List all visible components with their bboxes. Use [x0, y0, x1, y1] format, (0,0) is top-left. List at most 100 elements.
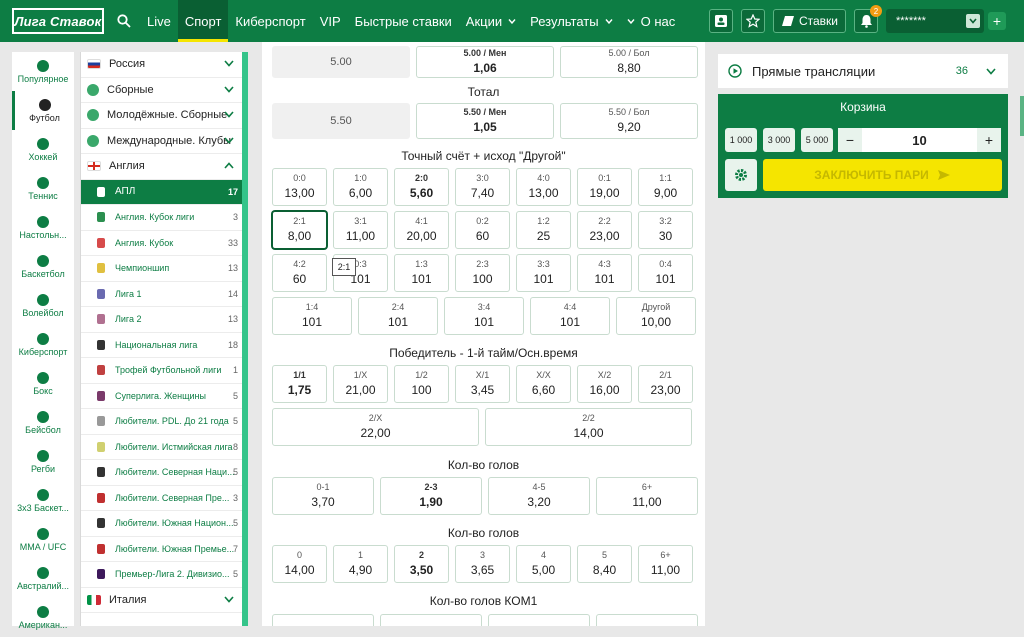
odds-button[interactable]: 2:0 5,60	[394, 168, 449, 206]
sport-item[interactable]: Американ...	[12, 598, 74, 637]
league-row[interactable]: Англия. Кубок лиги 3	[81, 205, 242, 231]
odds-button[interactable]: 1:2 25	[516, 211, 571, 249]
league-row[interactable]: Любители. Северная Наци... 5	[81, 460, 242, 486]
chevron-down-icon[interactable]	[224, 84, 234, 96]
sport-item[interactable]: Баскетбол	[12, 247, 74, 286]
odds-button[interactable]: 4-5 3,20	[488, 477, 590, 515]
favorites-star-icon[interactable]	[740, 9, 765, 33]
search-icon[interactable]	[112, 9, 136, 33]
odds-button[interactable]: 4:3 101	[577, 254, 632, 292]
gear-icon[interactable]	[725, 159, 757, 191]
odds-button[interactable]: 2/X 22,00	[272, 408, 479, 446]
live-streams-panel[interactable]: Прямые трансляции 36	[718, 54, 1008, 88]
stake-minus-button[interactable]: −	[838, 128, 862, 152]
sport-item[interactable]: Бейсбол	[12, 403, 74, 442]
quick-stake-button[interactable]: 3 000	[763, 128, 795, 152]
odds-button[interactable]: 2-3 1,90	[380, 477, 482, 515]
odds-button[interactable]: 2:2 23,00	[577, 211, 632, 249]
league-row[interactable]: Любители. PDL. До 21 года 5	[81, 409, 242, 435]
sport-item[interactable]: Киберспорт	[12, 325, 74, 364]
odds-button[interactable]: 1:3 101	[394, 254, 449, 292]
odds-button[interactable]: 1/X 21,00	[333, 365, 388, 403]
country-row[interactable]: Россия	[81, 52, 242, 78]
odds-button[interactable]: 3 3,65	[455, 545, 510, 583]
league-row[interactable]: Любители. Северная Пре... 3	[81, 486, 242, 511]
odds-button[interactable]: 2/2 14,00	[485, 408, 692, 446]
league-row[interactable]: Трофей Футбольной лиги 1	[81, 358, 242, 384]
odds-button[interactable]: 0-1 3,70	[272, 477, 374, 515]
odds-button[interactable]: 5.00 / Бол 8,80	[560, 46, 698, 78]
nav-item[interactable]: О нас	[620, 0, 683, 42]
odds-button[interactable]: 1 4,90	[333, 545, 388, 583]
league-row[interactable]: Любители. Южная Национ... 5	[81, 511, 242, 537]
odds-button[interactable]: 1	[380, 614, 482, 626]
league-row[interactable]: АПЛ 17	[81, 179, 242, 205]
odds-button[interactable]: 3:1 11,00	[333, 211, 388, 249]
account-menu[interactable]: *******	[886, 9, 984, 33]
league-row[interactable]: Премьер-Лига 2. Дивизио... 5	[81, 562, 242, 588]
odds-button[interactable]: 2 3,50	[394, 545, 449, 583]
country-row[interactable]: Международные. Клубы	[81, 129, 242, 154]
nav-item[interactable]: Акции	[459, 0, 523, 42]
odds-button[interactable]: 4:4 101	[530, 297, 610, 335]
quick-stake-button[interactable]: 1 000	[725, 128, 757, 152]
league-row[interactable]: Лига 1 14	[81, 282, 242, 307]
league-row[interactable]: Суперлига. Женщины 5	[81, 384, 242, 409]
sport-item[interactable]: 3x3 Баскет...	[12, 481, 74, 520]
right-scrollbar[interactable]	[1020, 96, 1024, 136]
league-row[interactable]: Национальная лига 18	[81, 333, 242, 358]
odds-button[interactable]: 0:1 19,00	[577, 168, 632, 206]
nav-item[interactable]: Быстрые ставки	[348, 0, 459, 42]
odds-button[interactable]: 3:3 101	[516, 254, 571, 292]
odds-button[interactable]: 3:2 30	[638, 211, 693, 249]
league-row[interactable]: Англия. Кубок 33	[81, 231, 242, 256]
stake-input[interactable]: 10	[862, 133, 977, 148]
odds-button[interactable]: X/1 3,45	[455, 365, 510, 403]
odds-button[interactable]: 2:1 8,00	[272, 211, 327, 249]
odds-button[interactable]: 5.50 / Бол 9,20	[560, 103, 698, 139]
odds-button[interactable]: 5.50 / Мен 1,05	[416, 103, 554, 139]
league-row[interactable]: Любители. Истмийская лига 8	[81, 435, 242, 460]
odds-button[interactable]: 0 14,00	[272, 545, 327, 583]
sport-item[interactable]: Волейбол	[12, 286, 74, 325]
odds-button[interactable]: 1/1 1,75	[272, 365, 327, 403]
chevron-down-icon[interactable]	[224, 135, 234, 147]
odds-button[interactable]: 4:2 60	[272, 254, 327, 292]
sport-item[interactable]: Популярное	[12, 52, 74, 91]
sport-item[interactable]: Регби	[12, 442, 74, 481]
place-bet-button[interactable]: ЗАКЛЮЧИТЬ ПАРИ	[763, 159, 1002, 191]
odds-button[interactable]: 5 8,40	[577, 545, 632, 583]
sport-item[interactable]: Настольн...	[12, 208, 74, 247]
country-row[interactable]: Молодёжные. Сборные	[81, 103, 242, 129]
profile-icon[interactable]	[708, 9, 733, 33]
nav-item[interactable]: Результаты	[523, 0, 619, 42]
odds-button[interactable]: X/2 16,00	[577, 365, 632, 403]
league-row[interactable]: Любители. Южная Премье... 7	[81, 537, 242, 562]
odds-button[interactable]: 6+ 11,00	[638, 545, 693, 583]
odds-button[interactable]: 1/2 100	[394, 365, 449, 403]
country-row[interactable]: Англия	[81, 154, 242, 180]
odds-button[interactable]: Другой 10,00	[616, 297, 696, 335]
chevron-down-icon[interactable]	[224, 594, 234, 606]
odds-button[interactable]: 1:1 9,00	[638, 168, 693, 206]
odds-button[interactable]: 6+ 11,00	[596, 477, 698, 515]
deposit-plus-button[interactable]: +	[988, 12, 1006, 30]
chevron-down-icon[interactable]	[224, 58, 234, 70]
chevron-down-icon[interactable]	[986, 67, 996, 75]
odds-button[interactable]: 4:0 13,00	[516, 168, 571, 206]
odds-button[interactable]: 0	[272, 614, 374, 626]
odds-button[interactable]: 4 5,00	[516, 545, 571, 583]
odds-button[interactable]: 3:0 7,40	[455, 168, 510, 206]
odds-button[interactable]: 0:0 13,00	[272, 168, 327, 206]
brand-logo[interactable]: Лига Ставок	[12, 8, 104, 34]
chevron-up-icon[interactable]	[224, 160, 234, 172]
nav-item[interactable]: Live	[140, 0, 178, 42]
league-row[interactable]: Лига 2 13	[81, 307, 242, 333]
sport-item[interactable]: Австралий...	[12, 559, 74, 598]
nav-item[interactable]: Киберспорт	[228, 0, 312, 42]
chevron-down-icon[interactable]	[224, 109, 234, 121]
sport-item[interactable]: Бокс	[12, 364, 74, 403]
country-row[interactable]: Сборные	[81, 78, 242, 103]
odds-button[interactable]: 4:1 20,00	[394, 211, 449, 249]
odds-button[interactable]: 3:4 101	[444, 297, 524, 335]
